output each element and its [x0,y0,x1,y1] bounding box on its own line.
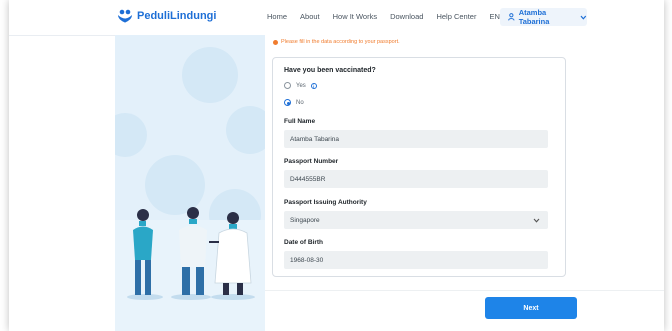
radio-option-no[interactable]: No [284,99,304,106]
radio-no[interactable] [284,99,291,106]
date-of-birth-field[interactable]: 1968-08-30 [284,251,548,269]
date-of-birth-label: Date of Birth [284,239,323,246]
full-name-field[interactable]: Atamba Tabarina [284,130,548,148]
main-nav: Home About How It Works Download Help Ce… [267,12,502,21]
radio-no-label: No [296,99,304,106]
radio-yes-label: Yes [296,82,306,89]
date-of-birth-value: 1968-08-30 [290,256,324,264]
notice-text: Please fill in the data according to you… [281,39,400,45]
language-label: EN [489,12,500,21]
vaccination-question: Have you been vaccinated? [284,67,376,74]
radio-yes[interactable] [284,82,291,89]
brand-name: PeduliLindungi [137,10,217,22]
nav-home[interactable]: Home [267,12,287,21]
passport-number-label: Passport Number [284,158,339,165]
passport-number-value: D444555BR [290,175,326,183]
form-area: Please fill in the data according to you… [265,35,664,331]
radio-option-yes[interactable]: Yes i [284,82,317,89]
next-button-label: Next [523,304,539,312]
nav-about[interactable]: About [300,12,320,21]
illustration-panel [115,35,265,331]
browser-frame: PeduliLindungi Home About How It Works D… [9,0,664,331]
full-name-label: Full Name [284,118,316,125]
heart-people-logo-icon [118,9,132,23]
nav-download[interactable]: Download [390,12,423,21]
nav-help-center[interactable]: Help Center [436,12,476,21]
full-name-value: Atamba Tabarina [290,135,340,143]
top-navigation-bar: PeduliLindungi Home About How It Works D… [9,0,664,36]
user-menu[interactable]: Atamba Tabarina [500,8,587,26]
info-icon[interactable]: i [310,82,317,89]
user-icon [508,13,515,21]
passport-notice: Please fill in the data according to you… [273,39,400,45]
travel-form-card: Have you been vaccinated? Yes i No Full … [272,57,566,277]
vaccination-illustration [115,47,265,331]
issuing-authority-select[interactable]: Singapore [284,211,548,229]
chevron-down-icon [533,218,540,223]
chevron-down-icon [580,15,587,20]
issuing-authority-label: Passport Issuing Authority [284,199,367,206]
warning-dot-icon [273,39,278,45]
nav-how-it-works[interactable]: How It Works [333,12,377,21]
next-button[interactable]: Next [485,297,577,319]
brand-logo[interactable]: PeduliLindungi [117,9,216,23]
divider [265,290,664,291]
passport-number-field[interactable]: D444555BR [284,170,548,188]
user-name: Atamba Tabarina [518,8,550,26]
issuing-authority-value: Singapore [290,216,320,224]
